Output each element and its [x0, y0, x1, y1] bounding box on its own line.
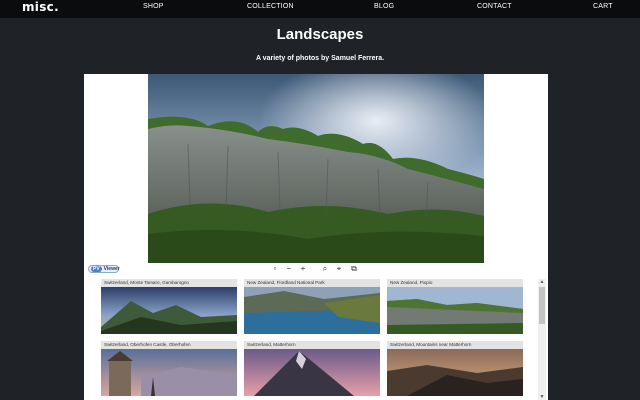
thumbnail-label: Switzerland, Oberhofen Castle, Oberhofen [101, 341, 237, 349]
crosshair-icon[interactable]: ⌖ [334, 264, 344, 274]
nav-contact[interactable]: CONTACT [477, 3, 512, 11]
thumbnail-label: Switzerland, Mountains near Matterhorn [387, 341, 523, 349]
badge-logo: PV [91, 266, 102, 272]
badge-text: Viewer [103, 266, 120, 272]
thumbnail[interactable]: Switzerland, Oberhofen Castle, Oberhofen [101, 341, 237, 396]
photo-viewer: PV Viewer ▫ − + ⌕ ⌖ ⧉ Switzerland, Monte … [84, 74, 548, 400]
thumbnail-scrollbar[interactable]: ▲ ▼ [538, 279, 546, 400]
thumbnail-label: Switzerland, Matterhorn [244, 341, 380, 349]
scroll-down-icon[interactable]: ▼ [538, 394, 546, 400]
thumbnail-image[interactable] [387, 349, 523, 396]
nav-collection[interactable]: COLLECTION [247, 3, 294, 11]
thumbnail[interactable]: Switzerland, Matterhorn [244, 341, 380, 396]
magnifier-icon[interactable]: ⌕ [320, 264, 330, 274]
zoom-in-icon[interactable]: + [298, 264, 308, 274]
fit-screen-icon[interactable]: ▫ [270, 264, 280, 274]
site-logo[interactable]: misc. [22, 0, 59, 14]
thumbnail-label: Switzerland, Monte Tamaro, Gambarogno [101, 279, 237, 287]
thumbnail[interactable]: Switzerland, Monte Tamaro, Gambarogno [101, 279, 237, 334]
thumbnail[interactable]: New Zealand, Piopio [387, 279, 523, 334]
nav-shop[interactable]: SHOP [143, 3, 164, 11]
thumbnail[interactable]: Switzerland, Mountains near Matterhorn [387, 341, 523, 396]
pv-viewer-badge[interactable]: PV Viewer [88, 265, 120, 273]
nav-cart[interactable]: CART [593, 3, 613, 11]
thumbnail-label: New Zealand, Fiordland National Park [244, 279, 380, 287]
page-title: Landscapes [276, 26, 364, 43]
top-navigation: misc. SHOP COLLECTION BLOG CONTACT CART [0, 0, 640, 18]
thumbnail-image[interactable] [244, 349, 380, 396]
main-photo[interactable] [148, 74, 484, 263]
page-subtitle: A variety of photos by Samuel Ferrera. [255, 55, 385, 62]
thumbnail[interactable]: New Zealand, Fiordland National Park [244, 279, 380, 334]
zoom-out-icon[interactable]: − [284, 264, 294, 274]
thumbnail-image[interactable] [101, 349, 237, 396]
nav-blog[interactable]: BLOG [374, 3, 394, 11]
scroll-up-icon[interactable]: ▲ [538, 279, 546, 285]
thumbnail-grid: Switzerland, Monte Tamaro, Gambarogno Ne… [99, 279, 547, 400]
thumbnail-image[interactable] [101, 287, 237, 334]
thumbnail-image[interactable] [387, 287, 523, 334]
scroll-thumb[interactable] [539, 287, 545, 324]
fullscreen-icon[interactable]: ⧉ [349, 264, 359, 274]
thumbnail-label: New Zealand, Piopio [387, 279, 523, 287]
thumbnail-image[interactable] [244, 287, 380, 334]
